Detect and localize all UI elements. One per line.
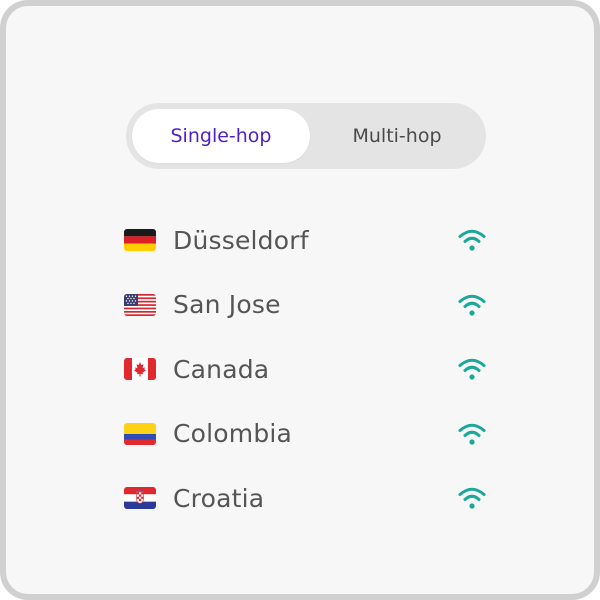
server-selector-card: Single-hop Multi-hop Düsseldorf San Jose… — [0, 0, 600, 600]
signal-icon — [457, 227, 487, 253]
location-list: Düsseldorf San Jose Canada Colombia Croa… — [124, 208, 494, 531]
germany-flag-icon — [124, 229, 156, 252]
location-name: Colombia — [173, 419, 293, 449]
location-item-dusseldorf[interactable]: Düsseldorf — [124, 208, 494, 273]
location-name: Croatia — [173, 483, 265, 513]
location-name: San Jose — [173, 290, 281, 320]
tab-single-hop-label: Single-hop — [170, 125, 272, 147]
colombia-flag-icon — [124, 422, 156, 445]
location-item-canada[interactable]: Canada — [124, 337, 494, 402]
location-item-san-jose[interactable]: San Jose — [124, 273, 494, 338]
signal-icon — [457, 356, 487, 382]
location-item-croatia[interactable]: Croatia — [124, 466, 494, 531]
hop-mode-toggle: Single-hop Multi-hop — [126, 103, 486, 169]
tab-multi-hop-label: Multi-hop — [352, 125, 442, 147]
usa-flag-icon — [124, 293, 156, 316]
tab-single-hop[interactable]: Single-hop — [132, 109, 310, 163]
tab-multi-hop[interactable]: Multi-hop — [308, 109, 486, 163]
location-item-colombia[interactable]: Colombia — [124, 402, 494, 467]
location-name: Düsseldorf — [173, 225, 309, 255]
signal-icon — [457, 485, 487, 511]
croatia-flag-icon — [124, 487, 156, 510]
signal-icon — [457, 421, 487, 447]
signal-icon — [457, 292, 487, 318]
canada-flag-icon — [124, 358, 156, 381]
location-name: Canada — [173, 354, 270, 384]
